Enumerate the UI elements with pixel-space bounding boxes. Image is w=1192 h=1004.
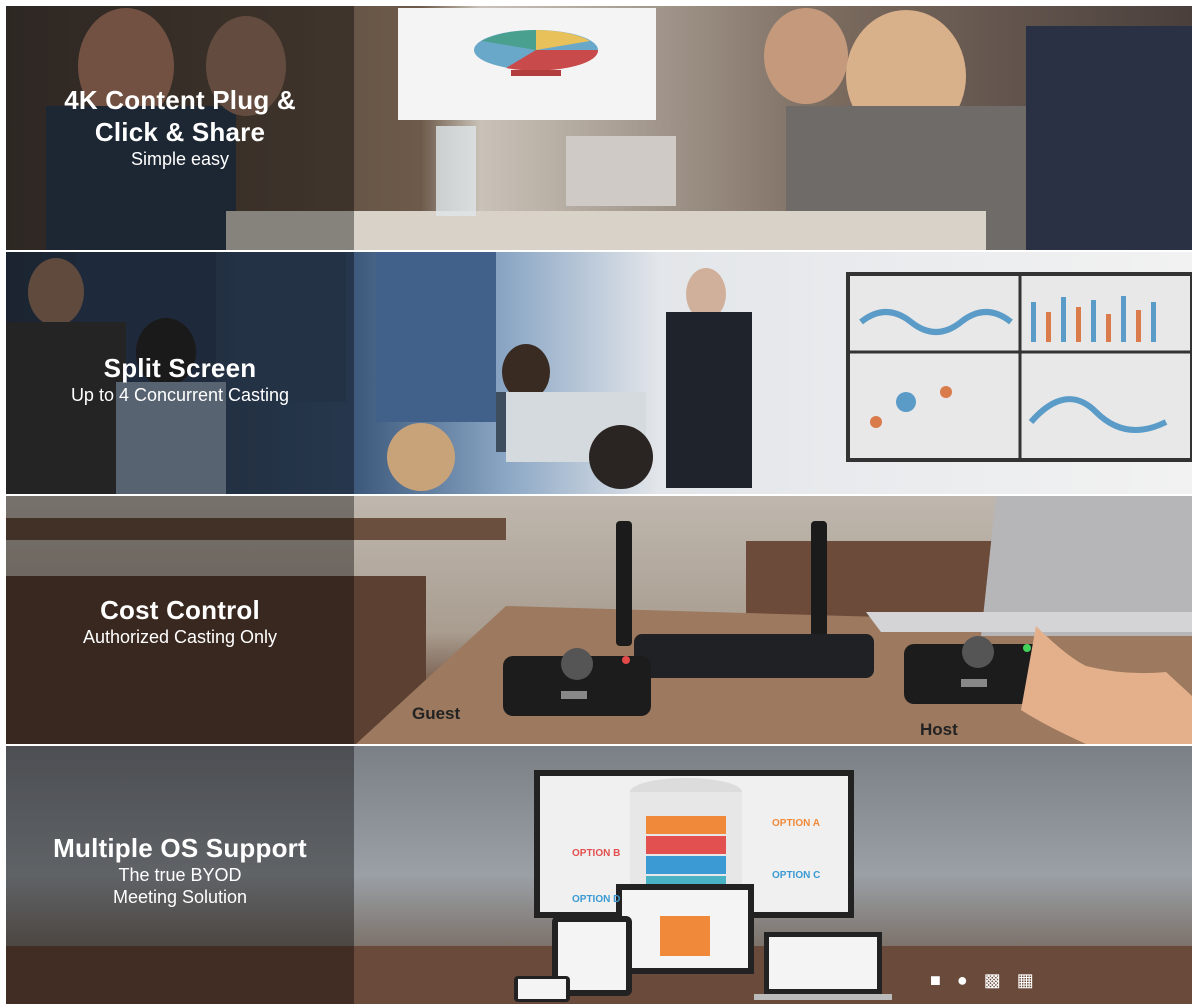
guest-label: Guest — [412, 704, 461, 723]
section-multiple-os: OPTION A OPTION B OPTION C OPTION D ■ ● … — [6, 746, 1192, 1004]
section-split-screen: Split Screen Up to 4 Concurrent Casting — [6, 252, 1192, 494]
infographic-option-c: OPTION C — [772, 870, 821, 881]
section-subtitle: Simple easy — [130, 149, 230, 169]
guest-dongle — [503, 648, 651, 716]
section-title: Multiple OS Support — [53, 833, 307, 863]
infographic-option-b: OPTION B — [572, 848, 621, 859]
section-4k-content: 4K Content Plug & Click & Share Simple e… — [6, 6, 1192, 250]
infographic-option-d: OPTION D — [572, 894, 621, 905]
host-label: Host — [920, 720, 958, 739]
android-icon: ■ — [930, 970, 941, 990]
windows-icon: ▦ — [1016, 970, 1034, 990]
section-title: Cost Control — [100, 595, 260, 625]
section-subtitle: Authorized Casting Only — [82, 627, 278, 647]
infographic-option-a: OPTION A — [772, 818, 820, 829]
section-subtitle-line2: Meeting Solution — [112, 887, 248, 907]
apple-icon: ● — [956, 970, 968, 990]
section-title: Split Screen — [103, 353, 257, 383]
finder-icon: ▩ — [983, 970, 1001, 990]
caption-4k: 4K Content Plug & Click & Share Simple e… — [6, 84, 354, 170]
section-subtitle-line1: The true BYOD — [118, 865, 242, 885]
os-icon-row: ■ ● ▩ ▦ — [930, 970, 1034, 991]
section-subtitle: Up to 4 Concurrent Casting — [70, 385, 290, 405]
caption-multiple-os: Multiple OS Support The true BYOD Meetin… — [6, 832, 354, 908]
section-title: 4K Content Plug & Click & Share — [64, 85, 296, 147]
infographic-cylinder — [630, 778, 742, 902]
section-cost-control: Guest Host Cost Control Authorized Casti… — [6, 496, 1192, 744]
caption-split-screen: Split Screen Up to 4 Concurrent Casting — [6, 352, 354, 406]
caption-cost-control: Cost Control Authorized Casting Only — [6, 594, 354, 648]
